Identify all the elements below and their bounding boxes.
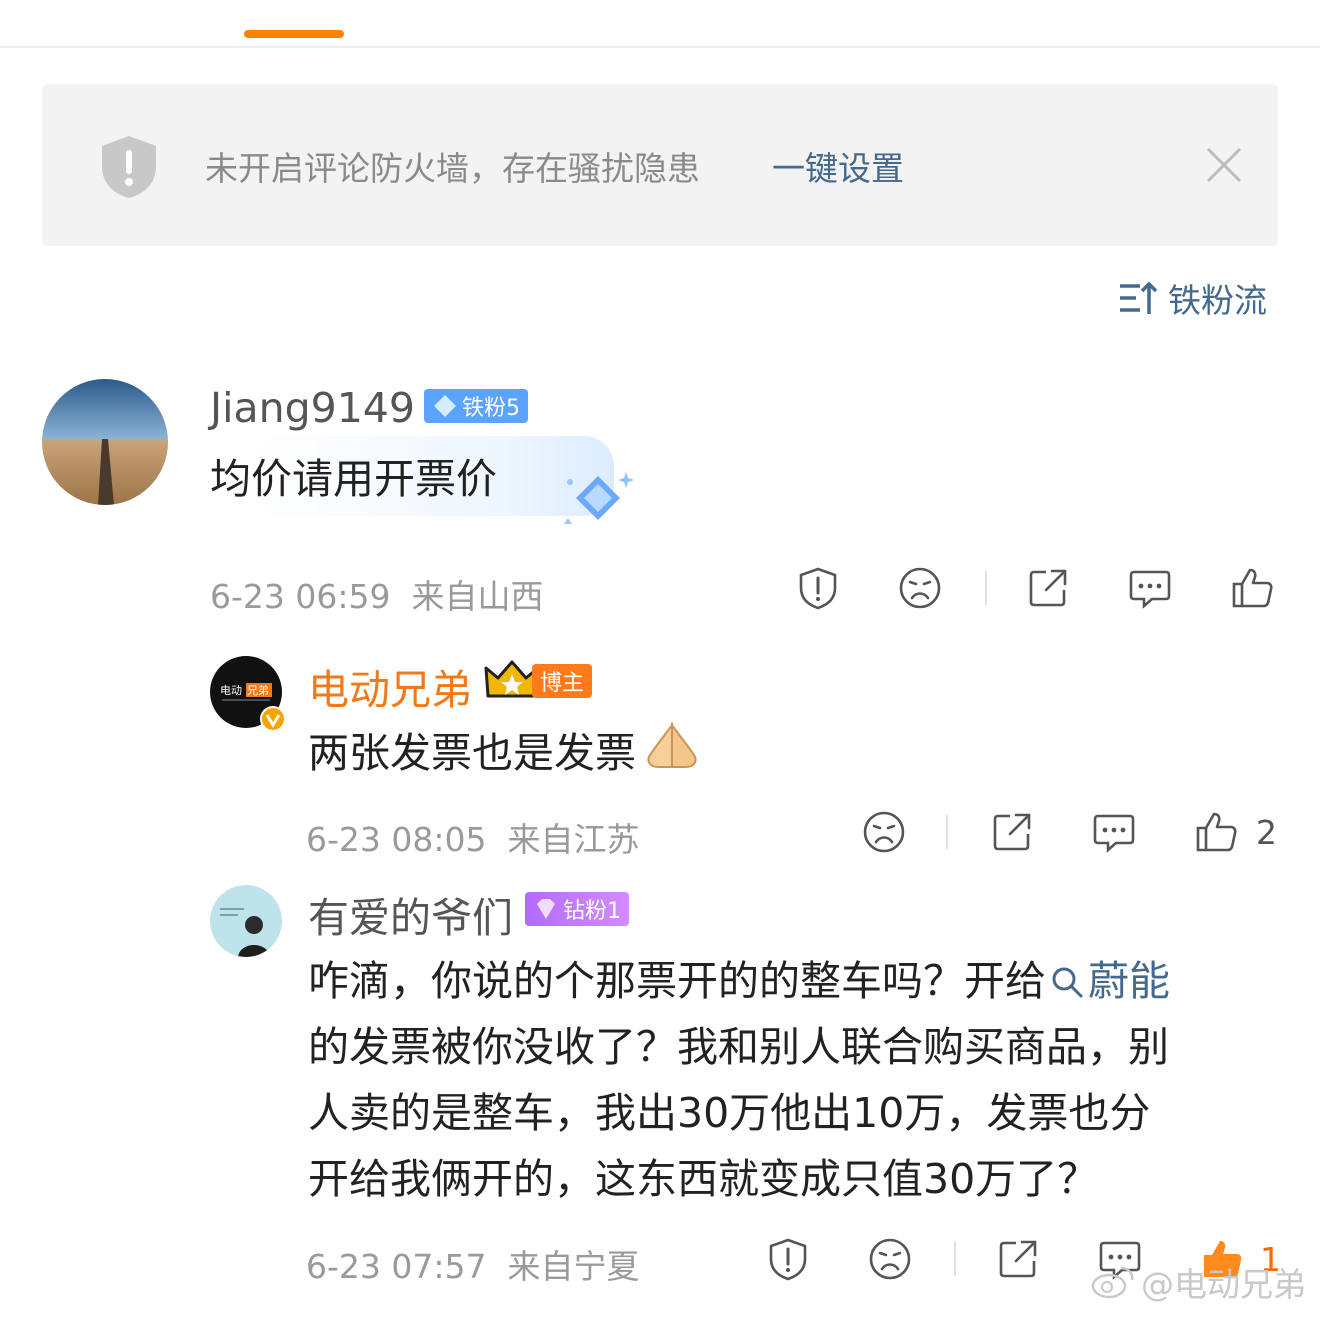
comment-time: 6-23 06:59	[210, 577, 391, 616]
reply-username[interactable]: 有爱的爷们	[308, 884, 513, 944]
svg-text:电动: 电动	[220, 684, 242, 697]
reply-text: 咋滴，你说的个那票开的的整车吗？开给 蔚能 的发票被你没收了？我和别人联合购买商品…	[308, 948, 1268, 1212]
one-click-setup-link[interactable]: 一键设置	[772, 142, 904, 190]
close-icon[interactable]	[1204, 145, 1244, 185]
active-tab-indicator	[244, 30, 344, 38]
reply-text-line: 的发票被你没收了？我和别人联合购买商品，别	[308, 1023, 1169, 1071]
report-icon[interactable]	[766, 1237, 810, 1281]
like-icon[interactable]	[1194, 810, 1238, 854]
report-icon[interactable]	[796, 566, 840, 610]
search-topic-link[interactable]: 蔚能	[1046, 957, 1170, 1005]
fan-level-badge: 铁粉5	[424, 389, 528, 423]
tab-bar	[0, 0, 1320, 48]
reply-text-line: 人卖的是整车，我出30万他出10万，发票也分	[308, 1089, 1151, 1137]
comment-meta: 6-23 06:59 来自山西	[210, 570, 543, 618]
reply-meta: 6-23 07:57 来自宁夏	[306, 1240, 639, 1288]
reply-time: 6-23 08:05	[306, 820, 487, 859]
reply-time: 6-23 07:57	[306, 1247, 487, 1286]
comment-text: 均价请用开票价	[210, 455, 497, 503]
share-icon[interactable]	[990, 810, 1034, 854]
watermark-text: @电动兄弟	[1141, 1265, 1306, 1304]
search-icon	[1052, 967, 1083, 998]
like-icon[interactable]	[1230, 566, 1274, 610]
blogger-badge: 博主	[532, 664, 593, 698]
weibo-logo-icon	[1091, 1266, 1134, 1299]
diamond-icon	[537, 899, 555, 919]
sparkle-diamond-icon	[564, 472, 634, 524]
action-divider	[946, 815, 948, 849]
praying-hands-emoji	[642, 721, 700, 792]
comment-icon[interactable]	[1128, 566, 1172, 610]
action-divider	[985, 571, 987, 605]
banner-warning-text: 未开启评论防火墙，存在骚扰隐患	[205, 149, 700, 188]
search-topic-label: 蔚能	[1088, 957, 1170, 1005]
sort-button[interactable]: 铁粉流	[1118, 276, 1267, 320]
avatar[interactable]	[210, 885, 282, 957]
reply-text-line: 咋滴，你说的个那票开的的整车吗？开给	[308, 957, 1046, 1005]
verified-icon	[260, 706, 286, 732]
dislike-face-icon[interactable]	[868, 1237, 912, 1281]
reply-location: 来自江苏	[507, 820, 640, 859]
reply-username[interactable]: 电动兄弟	[308, 656, 472, 716]
diamond-icon	[434, 395, 456, 417]
avatar[interactable]	[42, 379, 168, 505]
sort-icon	[1120, 281, 1158, 314]
reply-text: 两张发票也是发票	[308, 720, 700, 792]
fan-level-badge: 钻粉1	[525, 892, 629, 926]
dislike-face-icon[interactable]	[862, 810, 906, 854]
reply-location: 来自宁夏	[507, 1247, 640, 1286]
fan-level-label: 钻粉1	[563, 899, 621, 924]
comment-location: 来自山西	[411, 577, 544, 616]
share-icon[interactable]	[1026, 566, 1070, 610]
dislike-face-icon[interactable]	[898, 566, 942, 610]
sort-label: 铁粉流	[1168, 281, 1267, 320]
shield-warning-icon	[102, 136, 156, 198]
fan-level-label: 铁粉5	[462, 396, 520, 421]
weibo-watermark: @电动兄弟	[1091, 1258, 1306, 1306]
reply-text-line: 开给我俩开的，这东西就变成只值30万了？	[308, 1155, 1099, 1203]
reply-text-content: 两张发票也是发票	[308, 729, 636, 777]
share-icon[interactable]	[996, 1237, 1040, 1281]
reply-meta: 6-23 08:05 来自江苏	[306, 813, 639, 861]
blogger-badge-label: 博主	[540, 671, 585, 696]
like-count: 2	[1256, 813, 1277, 852]
action-divider	[954, 1242, 956, 1276]
comment-icon[interactable]	[1092, 810, 1136, 854]
svg-text:兄弟: 兄弟	[247, 684, 269, 697]
comment-username[interactable]: Jiang9149	[210, 384, 415, 432]
